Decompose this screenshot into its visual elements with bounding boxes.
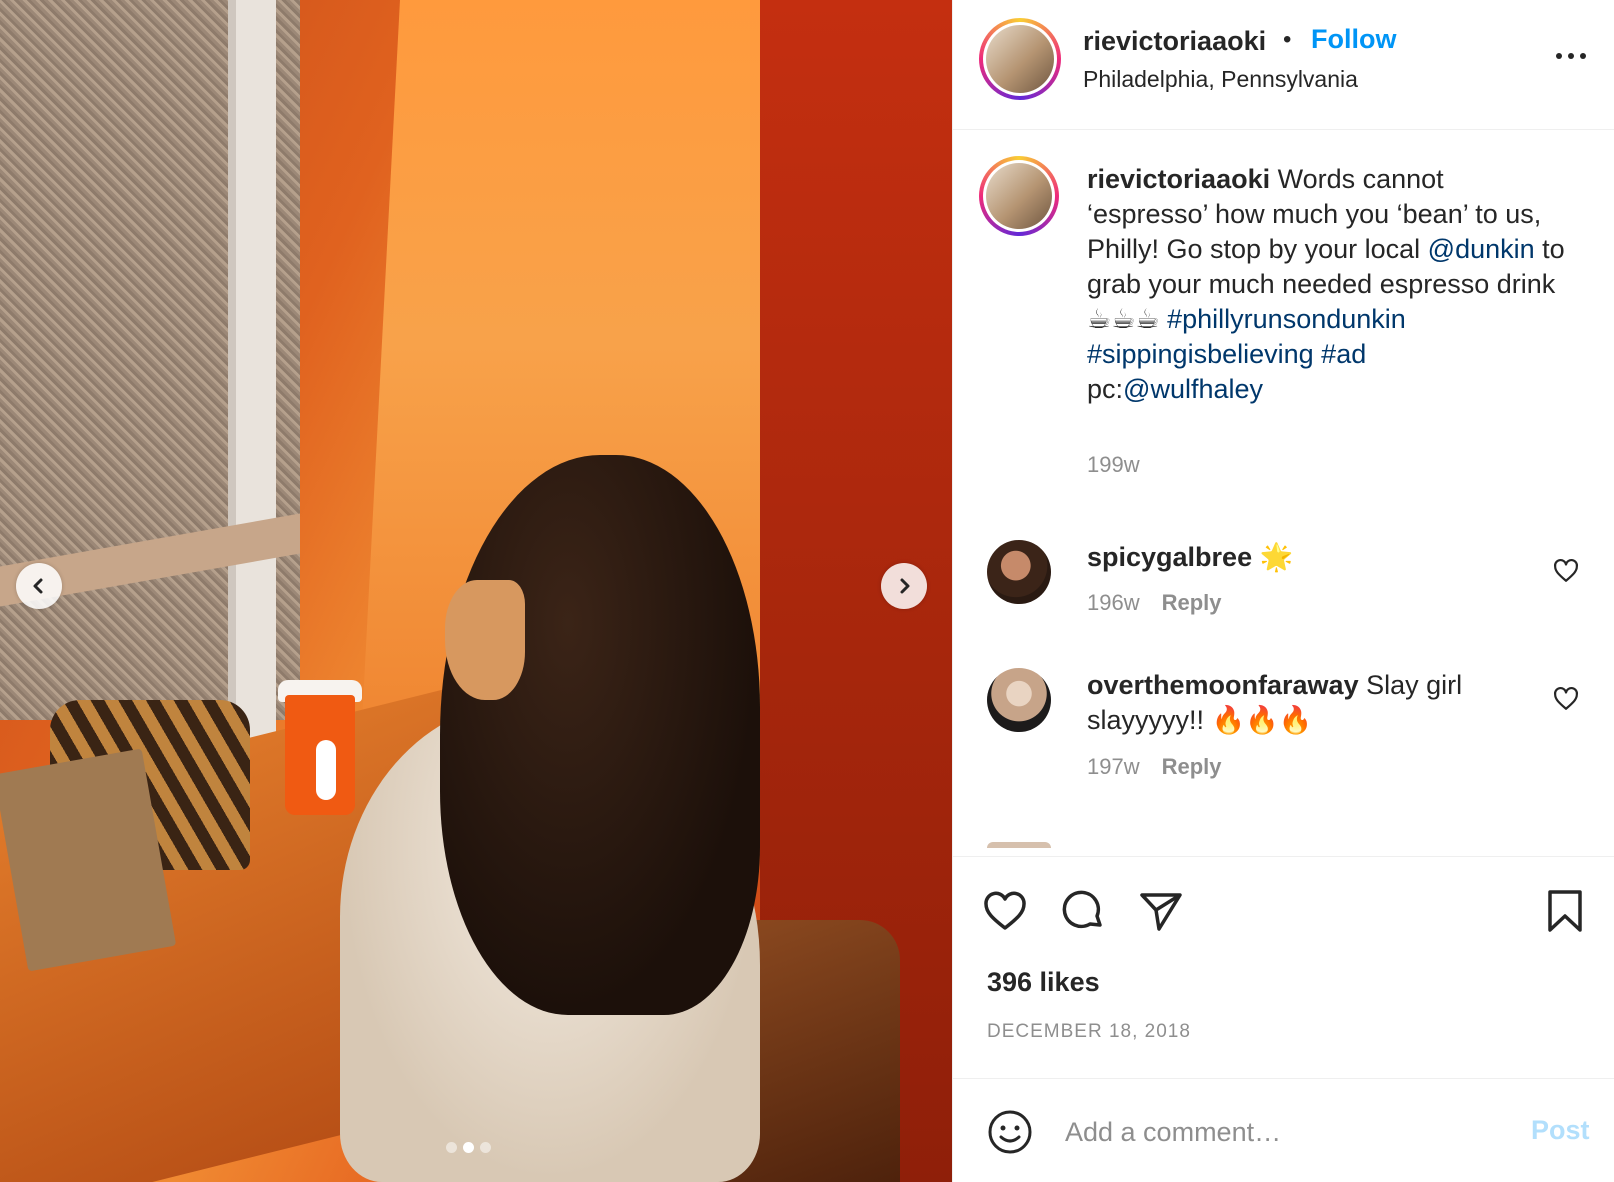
heart-icon[interactable]	[981, 887, 1029, 935]
caption-body-3: pc:	[1087, 374, 1124, 404]
carousel-dot	[480, 1142, 491, 1153]
caption-timestamp[interactable]: 199w	[1087, 452, 1140, 478]
carousel-prev-button[interactable]	[16, 563, 62, 609]
photo-window-frame	[228, 0, 276, 800]
post-comment-button[interactable]: Post	[1531, 1115, 1590, 1146]
likes-count[interactable]: 396 likes	[987, 967, 1100, 998]
post-date[interactable]: DECEMBER 18, 2018	[987, 1021, 1191, 1043]
commenter-username[interactable]: spicygalbree	[1087, 542, 1252, 572]
caption-username[interactable]: rievictoriaaoki	[1087, 164, 1270, 194]
carousel-dot-active	[463, 1142, 474, 1153]
bookmark-icon[interactable]	[1541, 887, 1589, 935]
comment-input[interactable]	[1065, 1109, 1485, 1155]
more-icon[interactable]	[1551, 44, 1591, 68]
reply-button[interactable]: Reply	[1162, 754, 1222, 779]
comment-text: overthemoonfaraway Slay girl slayyyyy!! …	[1087, 668, 1527, 738]
comment-text: spicygalbree 🌟	[1087, 540, 1527, 575]
follow-button[interactable]: Follow	[1311, 24, 1396, 55]
mention-wulfhaley[interactable]: @wulfhaley	[1123, 374, 1263, 404]
mention-dunkin[interactable]: @dunkin	[1428, 234, 1535, 264]
comment-body: 🌟	[1252, 542, 1294, 572]
comment-meta: 197w Reply	[1087, 754, 1222, 780]
post-location[interactable]: Philadelphia, Pennsylvania	[1083, 66, 1358, 93]
comment-timestamp[interactable]: 196w	[1087, 590, 1140, 615]
header-separator: •	[1283, 26, 1292, 53]
carousel-dots	[446, 1142, 491, 1153]
photo-cup-logo	[316, 740, 336, 800]
photo-face	[445, 580, 525, 700]
caption-avatar-image	[986, 163, 1052, 229]
author-avatar[interactable]	[979, 18, 1061, 100]
emoji-icon[interactable]	[987, 1109, 1033, 1155]
photo-hair	[440, 455, 760, 1015]
comment-like-heart-icon[interactable]	[1553, 558, 1579, 584]
post-side-panel: rievictoriaaoki • Follow Philadelphia, P…	[952, 0, 1614, 1182]
commenter-avatar[interactable]	[987, 540, 1051, 604]
commenter-username[interactable]: overthemoonfaraway	[1087, 670, 1359, 700]
comment-timestamp[interactable]: 197w	[1087, 754, 1140, 779]
carousel-next-button[interactable]	[881, 563, 927, 609]
hashtag-ad[interactable]: #ad	[1321, 339, 1366, 369]
hashtag-sippingisbelieving[interactable]: #sippingisbelieving	[1087, 339, 1314, 369]
chevron-left-icon	[33, 578, 43, 594]
add-comment-bar: Post	[953, 1078, 1614, 1182]
comment-meta: 196w Reply	[1087, 590, 1222, 616]
post-photo[interactable]	[0, 0, 952, 1182]
commenter-avatar[interactable]	[987, 668, 1051, 732]
author-username[interactable]: rievictoriaaoki	[1083, 26, 1266, 57]
carousel-dot	[446, 1142, 457, 1153]
post-actions: 396 likes DECEMBER 18, 2018	[953, 856, 1614, 1076]
caption-text: rievictoriaaoki Words cannot ‘espresso’ …	[1087, 162, 1567, 407]
author-avatar-image	[986, 25, 1054, 93]
commenter-avatar-partial	[987, 842, 1051, 848]
hashtag-phillyrunsondunkin[interactable]: #phillyrunsondunkin	[1167, 304, 1406, 334]
share-icon[interactable]	[1137, 887, 1185, 935]
caption-avatar[interactable]	[979, 156, 1059, 236]
comment-icon[interactable]	[1059, 887, 1107, 935]
comment-like-heart-icon[interactable]	[1553, 686, 1579, 712]
reply-button[interactable]: Reply	[1162, 590, 1222, 615]
chevron-right-icon	[900, 578, 910, 594]
post-header: rievictoriaaoki • Follow Philadelphia, P…	[953, 0, 1614, 130]
